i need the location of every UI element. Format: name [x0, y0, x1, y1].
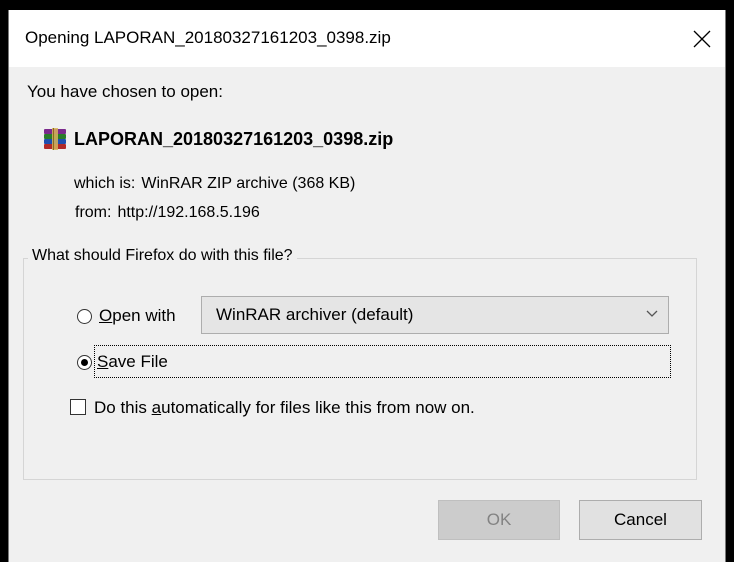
save-file-mnemonic: S [97, 352, 109, 371]
action-group-legend: What should Firefox do with this file? [28, 247, 297, 265]
open-with-label[interactable]: Open with [99, 306, 176, 326]
open-with-label-rest: pen with [112, 306, 176, 325]
open-with-radio[interactable] [77, 309, 92, 324]
cancel-button[interactable]: Cancel [579, 500, 702, 540]
file-type-key: which is: [74, 175, 136, 192]
file-name: LAPORAN_20180327161203_0398.zip [74, 128, 394, 149]
ok-button[interactable]: OK [438, 500, 560, 540]
auto-action-checkbox[interactable] [70, 399, 86, 415]
winrar-archive-icon [44, 128, 66, 150]
auto-label-pre: Do this [94, 398, 152, 417]
chosen-intro: You have chosen to open: [27, 82, 223, 101]
focus-rectangle [94, 345, 671, 378]
window-title: Opening LAPORAN_20180327161203_0398.zip [25, 28, 391, 47]
close-button[interactable] [679, 10, 725, 67]
file-type-line: which is: WinRAR ZIP archive (368 KB) [74, 175, 355, 193]
save-file-radio[interactable] [77, 355, 92, 370]
file-source-line: from: http://192.168.5.196 [75, 204, 260, 222]
title-bar[interactable]: Opening LAPORAN_20180327161203_0398.zip [9, 10, 725, 67]
open-with-app-select[interactable]: WinRAR archiver (default) [201, 296, 669, 334]
auto-label-post: utomatically for files like this from no… [161, 398, 475, 417]
radio-selected-dot [81, 359, 88, 366]
save-file-label[interactable]: Save File [97, 352, 168, 372]
open-with-mnemonic: O [99, 306, 113, 325]
save-file-label-rest: ave File [108, 352, 168, 371]
file-row: LAPORAN_20180327161203_0398.zip [43, 127, 393, 151]
close-icon [693, 30, 711, 47]
open-with-app-value: WinRAR archiver (default) [216, 305, 414, 324]
auto-action-label[interactable]: Do this automatically for files like thi… [94, 398, 475, 418]
file-type-value: WinRAR ZIP archive (368 KB) [141, 175, 356, 192]
auto-label-mnemonic: a [151, 398, 162, 417]
file-source-value: http://192.168.5.196 [117, 204, 260, 221]
file-source-key: from: [75, 204, 112, 221]
chevron-down-icon [646, 310, 658, 317]
